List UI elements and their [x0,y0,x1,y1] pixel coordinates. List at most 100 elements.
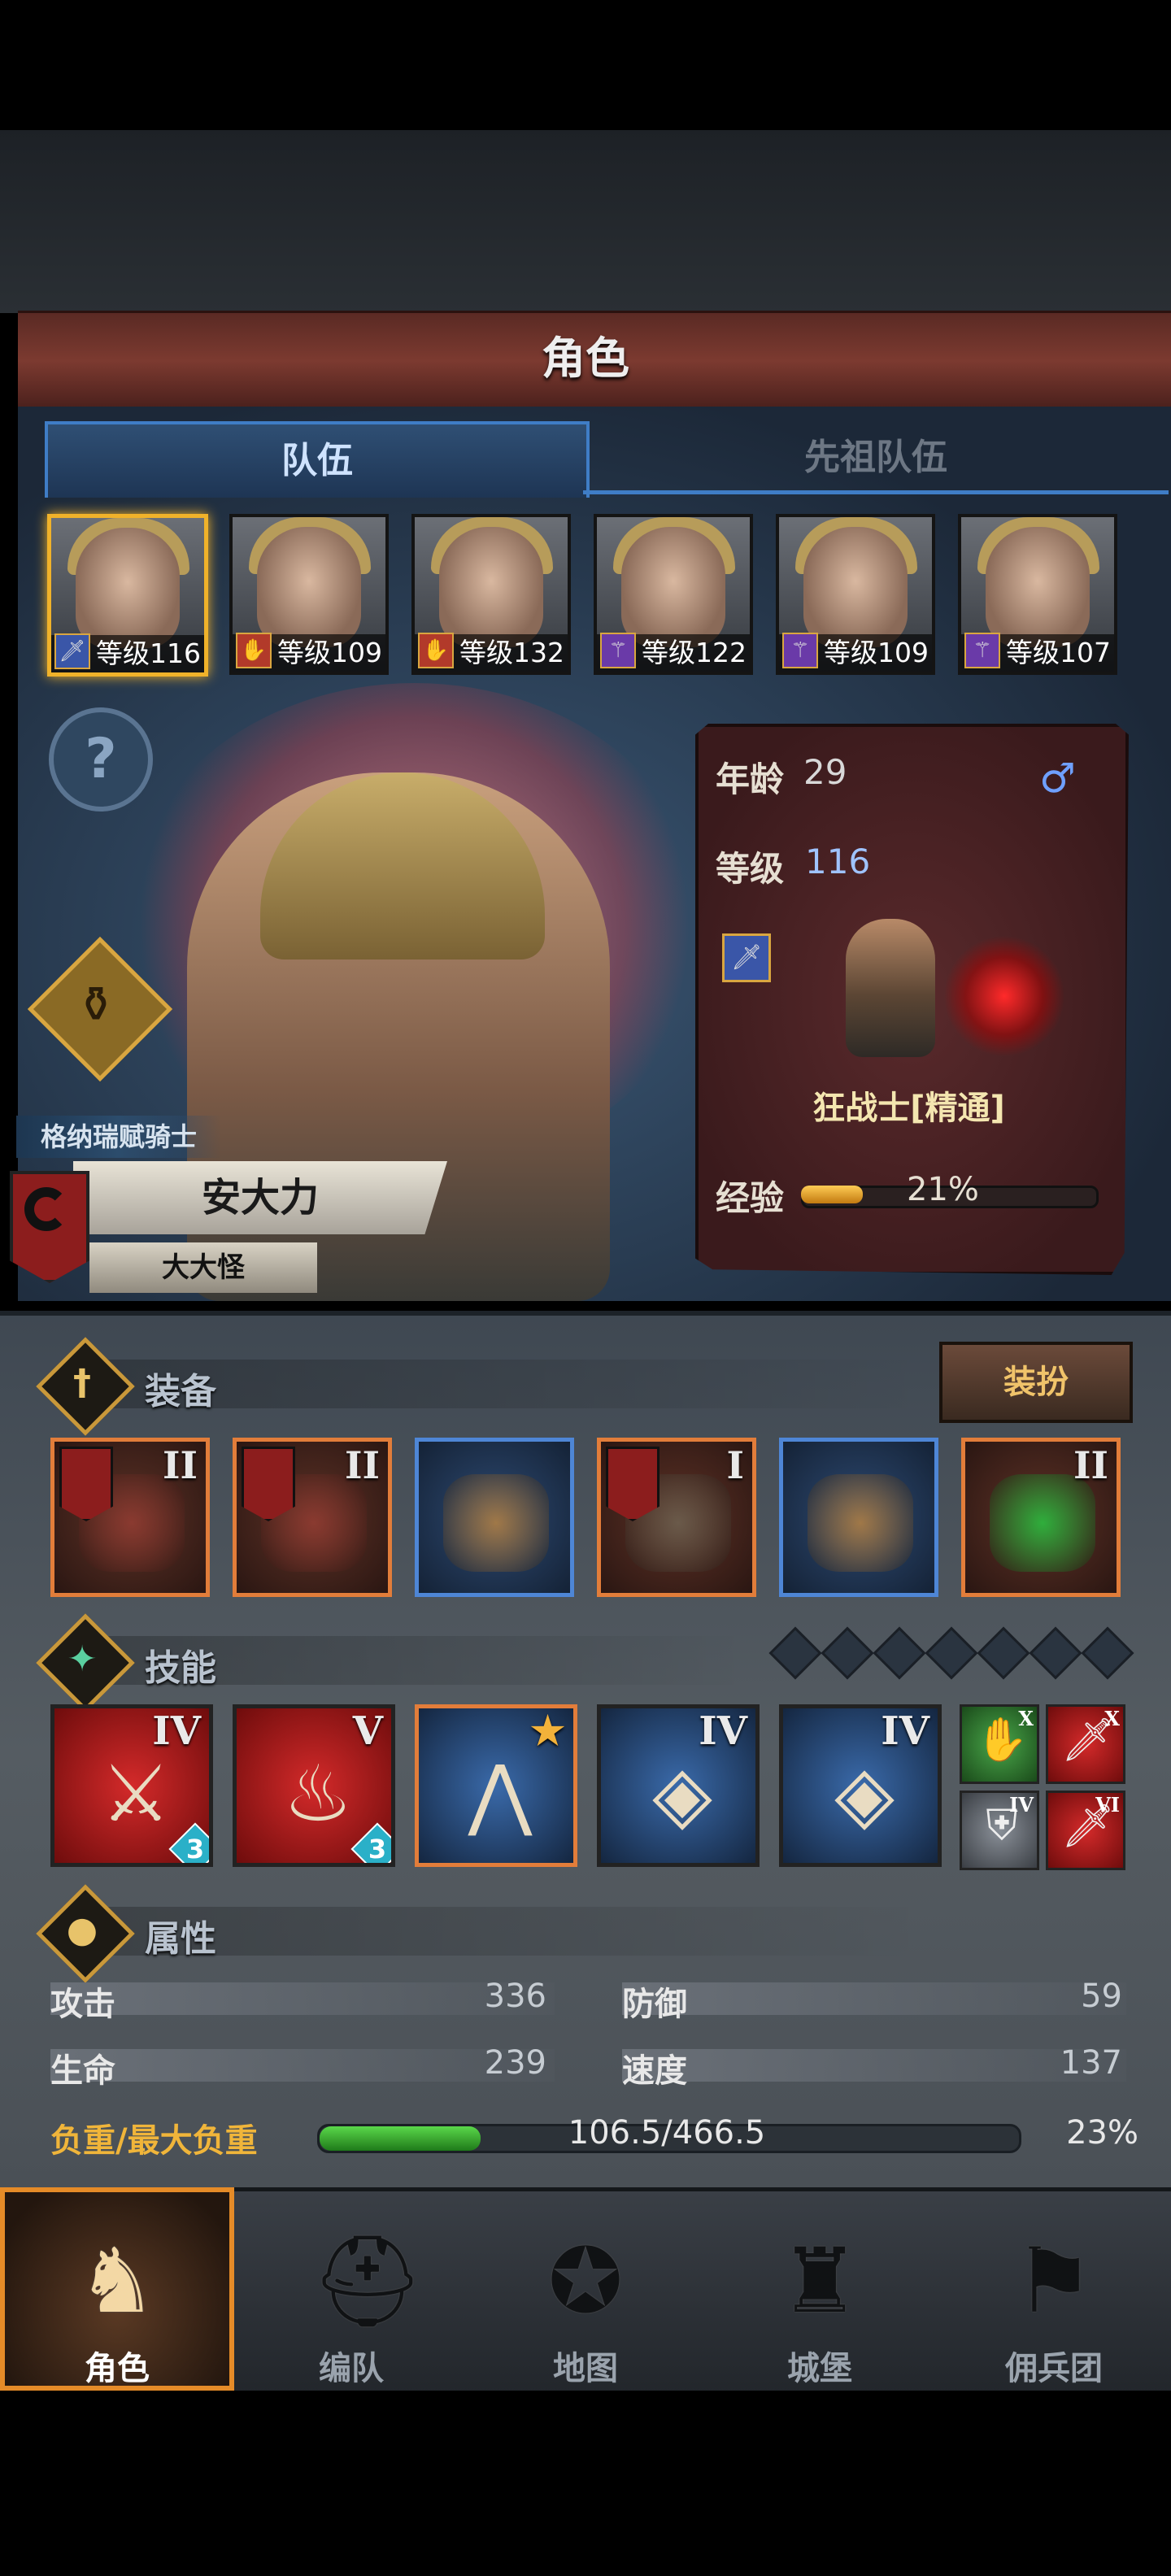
nav-formation[interactable]: ⛑ 编队 [234,2187,468,2391]
attack-value: 336 [484,1978,546,2015]
exp-percent: 21% [907,1171,979,1208]
tab-team[interactable]: 队伍 [45,421,590,498]
dress-up-button[interactable]: 装扮 [939,1342,1133,1423]
skill-glyph-icon: ♨ [282,1748,354,1839]
nav-map[interactable]: ✪ 地图 [468,2187,703,2391]
skill-tier: V [352,1708,383,1754]
hero-name[interactable]: 安大力 [73,1161,447,1234]
status-bar-area [0,0,1171,130]
equipment-tier: II [1073,1443,1108,1487]
crest-flag-icon [242,1447,295,1521]
nav-character[interactable]: ♞ 角色 [0,2187,234,2391]
class-weapon-glow [943,935,1065,1057]
hero-face [439,527,543,647]
skill-tier: ★ [529,1708,565,1754]
hero-card[interactable]: 等级107 ⚚ [958,514,1117,675]
nav-character-icon: ♞ [76,2229,158,2333]
hero-card[interactable]: 等级122 ⚚ [594,514,753,675]
passive-skill-slot[interactable]: ✋ X [960,1704,1039,1784]
nav-formation-label: 编队 [319,2350,384,2387]
class-icon: ⚚ [600,633,636,668]
nav-castle-icon: ♜ [779,2229,860,2333]
nav-map-icon: ✪ [547,2229,624,2333]
class-icon: ⚚ [782,633,818,668]
equipment-title: 装备 [145,1371,216,1412]
hero-nickname: 大大怪 [162,1251,245,1284]
skill-slot[interactable]: ⋀ ★ [415,1704,577,1867]
level-label: 等级 [716,849,785,889]
class-icon: ✋ [236,633,272,668]
hero-face [621,527,725,647]
age-label: 年龄 [716,759,785,799]
crest-flag-icon [606,1447,660,1521]
defense-label: 防御 [622,1986,687,2023]
passive-skill-tier: X [1018,1707,1034,1730]
level-value: 116 [805,842,871,881]
speed-value: 137 [1060,2044,1122,2082]
skill-glyph-icon: ⋀ [468,1748,533,1839]
nav-mercenary[interactable]: ⚑ 佣兵团 [937,2187,1171,2391]
male-icon: ♂ [1039,755,1076,802]
help-button[interactable]: ? [49,707,153,812]
skill-tier: IV [699,1708,747,1754]
class-name[interactable]: 狂战士[精通] [695,1081,1122,1129]
passive-skill-slot[interactable]: 🗡 VI [1046,1791,1125,1870]
jade-trinket-icon [990,1474,1095,1572]
nav-character-label: 角色 [85,2350,150,2387]
hp-value: 239 [484,2044,546,2082]
skill-tier: IV [152,1708,201,1754]
skill-tier: IV [881,1708,929,1754]
hero-face [803,527,908,647]
hero-card[interactable]: 等级132 ✋ [411,514,571,675]
equipment-tier: II [344,1443,380,1487]
nav-castle[interactable]: ♜ 城堡 [703,2187,937,2391]
class-figure [846,919,935,1057]
person-icon: ● [66,1909,98,1951]
skill-slot[interactable]: ◈ IV [597,1704,760,1867]
passive-skill-tier: X [1104,1707,1120,1730]
passive-skill-tier: IV [1009,1793,1034,1817]
hero-face [257,527,361,647]
tab-ancestor-team[interactable]: 先祖队伍 [583,421,1169,494]
skill-count: 3 [368,1834,387,1865]
weight-label: 负重/最大负重 [50,2122,258,2160]
page-title: 角色 [542,333,629,384]
nav-mercenary-icon: ⚑ [1013,2229,1095,2333]
equipment-slot-helmet[interactable] [415,1438,574,1597]
weight-percent: 23% [1066,2114,1138,2152]
speed-label: 速度 [622,2052,687,2090]
helmet-icon [443,1474,549,1572]
bottom-bezel [0,2391,1171,2576]
hero-card[interactable]: 等级109 ⚚ [776,514,935,675]
exp-label: 经验 [716,1178,785,1218]
crest-flag-icon [59,1447,113,1521]
top-background [0,130,1171,313]
hero-face [986,527,1090,647]
equipment-tier: I [726,1443,744,1487]
dagger-icon: † [73,1362,91,1403]
skill-slot[interactable]: ♨ V 3 [233,1704,395,1867]
age-value: 29 [803,752,847,792]
equipment-slot-boots[interactable] [779,1438,938,1597]
attributes-title: 属性 [145,1918,216,1960]
skill-slot[interactable]: ⚔ IV 3 [50,1704,213,1867]
star-icon: ✦ [67,1638,98,1680]
skills-title: 技能 [145,1647,216,1689]
nav-formation-icon: ⛑ [311,2229,424,2333]
skill-slot[interactable]: ◈ IV [779,1704,942,1867]
passive-skill-slot[interactable]: ⛨ IV [960,1791,1039,1870]
defense-value: 59 [1081,1978,1122,2015]
nav-castle-label: 城堡 [787,2350,852,2387]
nav-map-label: 地图 [553,2350,618,2387]
equipment-slot-armor[interactable]: I [597,1438,756,1597]
class-icon: 🗡 [54,633,90,669]
skill-count: 3 [185,1834,205,1865]
exp-bar-fill [801,1186,863,1203]
hero-face [76,528,180,648]
hero-card[interactable]: 等级116 🗡 [47,514,208,677]
equipment-slot-axe-weapon[interactable]: II [233,1438,392,1597]
hero-card[interactable]: 等级109 ✋ [229,514,389,675]
passive-skill-slot[interactable]: 🗡 X [1046,1704,1125,1784]
equipment-slot-axe-weapon[interactable]: II [50,1438,210,1597]
equipment-slot-jade-trinket[interactable]: II [961,1438,1121,1597]
